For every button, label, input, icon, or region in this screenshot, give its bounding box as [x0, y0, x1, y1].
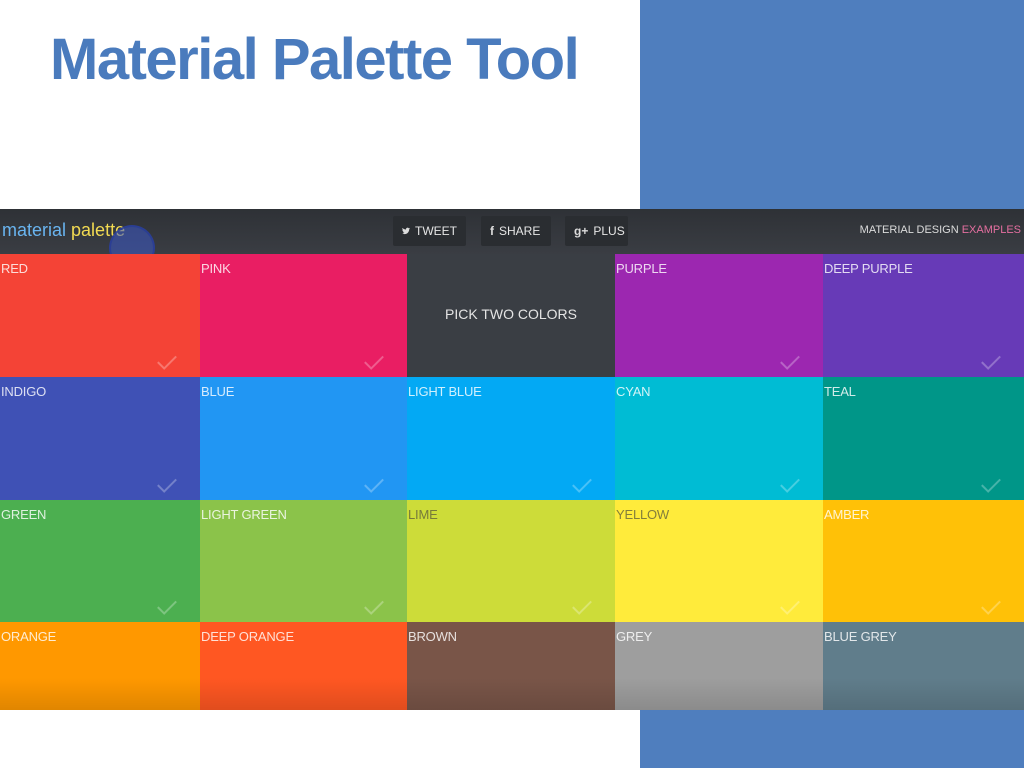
swatch-deep-orange[interactable]: DEEP ORANGE [200, 622, 407, 710]
swatch-teal[interactable]: TEAL [823, 377, 1024, 500]
swatch-label: AMBER [824, 507, 870, 522]
examples-label: EXAMPLES [961, 224, 1021, 236]
swatch-label: BLUE GREY [824, 629, 897, 644]
swatch-label: PINK [201, 261, 231, 276]
pick-two-colors-panel: PICK TWO COLORS [407, 254, 615, 377]
swatch-green[interactable]: GREEN [0, 500, 200, 622]
checkmark-icon [364, 595, 384, 615]
swatch-brown[interactable]: BROWN [407, 622, 615, 710]
swatch-label: BROWN [408, 629, 457, 644]
share-label: SHARE [499, 224, 541, 238]
swatch-lime[interactable]: LIME [407, 500, 615, 622]
checkmark-icon [572, 473, 592, 493]
checkmark-icon [780, 473, 800, 493]
swatch-yellow[interactable]: YELLOW [615, 500, 823, 622]
app-logo[interactable]: material palette [2, 220, 125, 241]
swatch-deep-purple[interactable]: DEEP PURPLE [823, 254, 1024, 377]
plus-button[interactable]: g+ PLUS [565, 216, 628, 246]
swatch-label: INDIGO [1, 384, 47, 399]
checkmark-icon [157, 595, 177, 615]
swatch-label: DEEP ORANGE [201, 629, 294, 644]
logo-text-material: material [2, 220, 67, 240]
checkmark-icon [572, 595, 592, 615]
app-screenshot: material palette TWEET f SHARE g+ PLUS MA… [0, 209, 1024, 710]
swatch-grey[interactable]: GREY [615, 622, 823, 710]
pick-two-colors-label: PICK TWO COLORS [445, 306, 577, 322]
app-topbar: material palette TWEET f SHARE g+ PLUS MA… [0, 209, 1024, 271]
swatch-label: RED [1, 261, 28, 276]
facebook-icon: f [490, 224, 494, 238]
swatch-light-blue[interactable]: LIGHT BLUE [407, 377, 615, 500]
slide-title: Material Palette Tool [50, 27, 580, 92]
google-plus-icon: g+ [574, 224, 589, 238]
swatch-red[interactable]: RED [0, 254, 200, 377]
swatch-amber[interactable]: AMBER [823, 500, 1024, 622]
tweet-button[interactable]: TWEET [393, 216, 466, 246]
swatch-label: DEEP PURPLE [824, 261, 913, 276]
swatch-label: GREEN [1, 507, 47, 522]
checkmark-icon [780, 350, 800, 370]
swatch-label: PURPLE [616, 261, 667, 276]
share-button[interactable]: f SHARE [481, 216, 551, 246]
checkmark-icon [364, 350, 384, 370]
twitter-icon [402, 227, 410, 235]
swatch-label: LIGHT BLUE [408, 384, 482, 399]
checkmark-icon [364, 473, 384, 493]
checkmark-icon [157, 350, 177, 370]
swatch-label: BLUE [201, 384, 235, 399]
swatch-blue-grey[interactable]: BLUE GREY [823, 622, 1024, 710]
plus-label: PLUS [593, 224, 625, 238]
checkmark-icon [780, 595, 800, 615]
swatch-grid: RED PINK PICK TWO COLORS PURPLE DEEP PURPLE I… [0, 254, 1024, 710]
swatch-label: LIME [408, 507, 438, 522]
swatch-label: TEAL [824, 384, 856, 399]
swatch-light-green[interactable]: LIGHT GREEN [200, 500, 407, 622]
swatch-indigo[interactable]: INDIGO [0, 377, 200, 500]
swatch-label: CYAN [616, 384, 651, 399]
swatch-label: LIGHT GREEN [201, 507, 287, 522]
swatch-pink[interactable]: PINK [200, 254, 407, 377]
tweet-label: TWEET [415, 224, 457, 238]
material-design-examples-link[interactable]: MATERIAL DESIGN EXAMPLES [860, 224, 1021, 236]
swatch-orange[interactable]: ORANGE [0, 622, 200, 710]
swatch-blue[interactable]: BLUE [200, 377, 407, 500]
swatch-label: ORANGE [1, 629, 57, 644]
checkmark-icon [157, 473, 177, 493]
swatch-label: GREY [616, 629, 653, 644]
checkmark-icon [981, 350, 1001, 370]
swatch-cyan[interactable]: CYAN [615, 377, 823, 500]
swatch-purple[interactable]: PURPLE [615, 254, 823, 377]
checkmark-icon [981, 473, 1001, 493]
checkmark-icon [981, 595, 1001, 615]
md-label: MATERIAL DESIGN [859, 224, 959, 236]
swatch-label: YELLOW [616, 507, 669, 522]
